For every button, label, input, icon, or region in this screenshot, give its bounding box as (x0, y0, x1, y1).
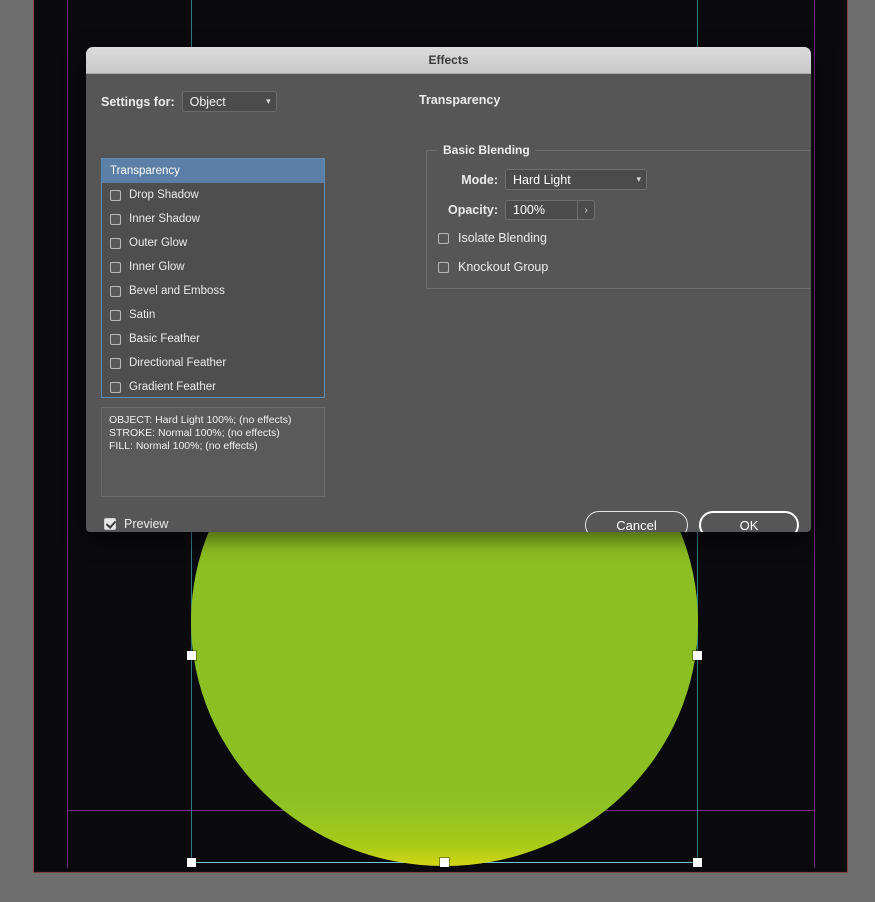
selection-handle-middle-left[interactable] (187, 651, 196, 660)
chevron-down-icon: ▾ (636, 174, 641, 184)
preview-row[interactable]: Preview (104, 517, 168, 531)
blend-mode-select[interactable]: Hard Light ▾ (505, 169, 647, 190)
checkbox-gradient-feather[interactable] (110, 381, 121, 393)
summary-object-line: OBJECT: Hard Light 100%; (no effects) (109, 414, 292, 426)
effects-dialog: Effects Settings for: Object ▾ Transpare… (86, 47, 811, 532)
checkbox-satin[interactable] (110, 309, 121, 321)
effects-summary-box: OBJECT: Hard Light 100%; (no effects) ST… (101, 407, 325, 497)
knockout-group-label: Knockout Group (458, 260, 549, 274)
effects-list-item-label: Gradient Feather (129, 381, 216, 393)
effects-list-item-basic-feather[interactable]: Basic Feather (102, 327, 324, 351)
effects-list-item-label: Inner Glow (129, 261, 185, 273)
effects-list-item-drop-shadow[interactable]: Drop Shadow (102, 183, 324, 207)
checkbox-outer-glow[interactable] (110, 237, 121, 249)
blend-mode-value: Hard Light (513, 172, 571, 187)
effects-list-item-label: Outer Glow (129, 237, 188, 249)
effects-list-item-outer-glow[interactable]: Outer Glow (102, 231, 324, 255)
mode-label: Mode: (461, 172, 498, 187)
opacity-row: Opacity: 100% › (426, 200, 595, 220)
mode-row: Mode: Hard Light ▾ (426, 169, 647, 190)
effects-list-item-label: Inner Shadow (129, 213, 200, 225)
summary-fill-line: FILL: Normal 100%; (no effects) (109, 440, 258, 452)
checkbox-bevel-and-emboss[interactable] (110, 285, 121, 297)
checkbox-directional-feather[interactable] (110, 357, 121, 369)
settings-for-select[interactable]: Object ▾ (181, 91, 277, 112)
cancel-button[interactable]: Cancel (585, 511, 688, 532)
isolate-blending-row[interactable]: Isolate Blending (438, 231, 547, 245)
settings-for-row: Settings for: Object ▾ (101, 91, 277, 112)
effects-list-item-gradient-feather[interactable]: Gradient Feather (102, 375, 324, 397)
checkbox-knockout-group[interactable] (438, 261, 449, 273)
opacity-label: Opacity: (447, 203, 498, 217)
effects-list-item-bevel-and-emboss[interactable]: Bevel and Emboss (102, 279, 324, 303)
effects-list-item-label: Drop Shadow (129, 189, 199, 201)
effects-list-item-label: Basic Feather (129, 333, 200, 345)
effects-list-item-satin[interactable]: Satin (102, 303, 324, 327)
selection-handle-bottom-right[interactable] (693, 858, 702, 867)
settings-for-label: Settings for: (101, 94, 175, 109)
opacity-input[interactable]: 100% (505, 200, 577, 220)
checkbox-inner-shadow[interactable] (110, 213, 121, 225)
checkbox-basic-feather[interactable] (110, 333, 121, 345)
dialog-titlebar[interactable]: Effects (86, 47, 811, 74)
preview-label: Preview (124, 517, 169, 531)
pane-title: Transparency (419, 93, 501, 107)
knockout-group-row[interactable]: Knockout Group (438, 260, 548, 274)
effects-list-item-label: Transparency (110, 165, 180, 177)
effects-list-item-label: Satin (129, 309, 156, 321)
effects-list-item-directional-feather[interactable]: Directional Feather (102, 351, 324, 375)
dialog-title: Effects (428, 53, 469, 67)
checkbox-drop-shadow[interactable] (110, 189, 121, 201)
summary-stroke-line: STROKE: Normal 100%; (no effects) (109, 427, 280, 439)
checkbox-inner-glow[interactable] (110, 261, 121, 273)
margin-guide-right (814, 0, 815, 868)
basic-blending-legend: Basic Blending (438, 143, 535, 157)
selection-handle-bottom-left[interactable] (187, 858, 196, 867)
chevron-down-icon: ▾ (266, 96, 271, 106)
opacity-field[interactable]: 100% › (505, 200, 595, 220)
effects-list-item-inner-glow[interactable]: Inner Glow (102, 255, 324, 279)
selection-handle-middle-right[interactable] (693, 651, 702, 660)
effects-list-item-label: Bevel and Emboss (129, 285, 225, 297)
isolate-blending-label: Isolate Blending (458, 231, 547, 245)
settings-for-value: Object (189, 94, 226, 109)
app-window: Effects Settings for: Object ▾ Transpare… (0, 0, 875, 902)
chevron-right-icon[interactable]: › (577, 200, 595, 220)
selection-handle-bottom-center[interactable] (440, 858, 449, 867)
checkbox-preview[interactable] (104, 518, 116, 530)
checkbox-isolate-blending[interactable] (438, 232, 449, 244)
margin-guide-left (67, 0, 68, 868)
effects-list-item-label: Directional Feather (129, 357, 227, 369)
ok-button[interactable]: OK (699, 511, 799, 532)
effects-list-item-inner-shadow[interactable]: Inner Shadow (102, 207, 324, 231)
effects-list-item-transparency[interactable]: Transparency (102, 159, 324, 183)
effects-list[interactable]: Transparency Drop Shadow Inner Shadow Ou… (101, 158, 325, 398)
